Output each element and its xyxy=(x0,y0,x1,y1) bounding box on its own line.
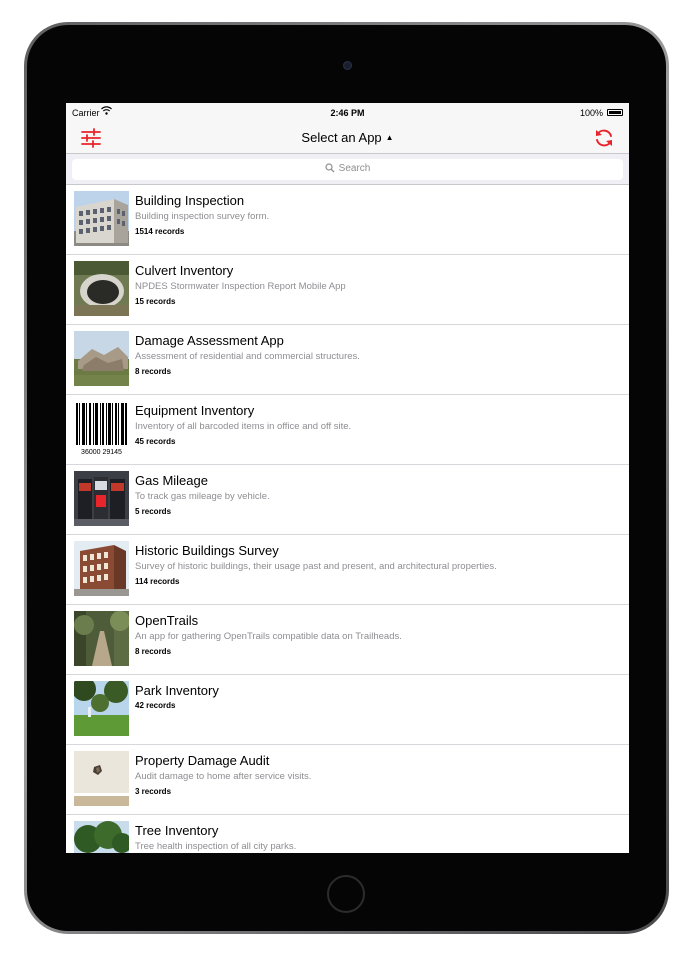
search-input[interactable]: Search xyxy=(72,159,623,180)
app-list: Building Inspection Building inspection … xyxy=(66,185,629,853)
record-count: 45 records xyxy=(135,437,176,446)
historic-building-photo xyxy=(74,541,129,596)
status-bar: Carrier 2:46 PM 100% xyxy=(66,103,629,123)
sliders-icon xyxy=(81,128,101,148)
app-name: Equipment Inventory xyxy=(135,403,255,418)
app-name: Damage Assessment App xyxy=(135,333,284,348)
app-selector-title[interactable]: Select an App ▲ xyxy=(268,130,428,145)
app-description: Assessment of residential and commercial… xyxy=(135,351,360,362)
gas-pump-photo xyxy=(74,471,129,526)
nav-title: Select an App xyxy=(301,130,382,145)
list-item[interactable]: Property Damage Audit Audit damage to ho… xyxy=(66,745,629,815)
barcode-image: 36000 29145 xyxy=(74,401,129,456)
trail-photo xyxy=(74,611,129,666)
list-item[interactable]: Culvert Inventory NPDES Stormwater Inspe… xyxy=(66,255,629,325)
list-item[interactable]: OpenTrails An app for gathering OpenTrai… xyxy=(66,605,629,675)
app-name: OpenTrails xyxy=(135,613,199,628)
list-item[interactable]: Damage Assessment App Assessment of resi… xyxy=(66,325,629,395)
app-description: Tree health inspection of all city parks… xyxy=(135,841,297,852)
culvert-photo xyxy=(74,261,129,316)
app-name: Park Inventory xyxy=(135,683,219,698)
record-count: 42 records xyxy=(135,701,176,710)
list-item[interactable]: Park Inventory 42 records xyxy=(66,675,629,745)
app-description: Inventory of all barcoded items in offic… xyxy=(135,421,352,432)
record-count: 3 records xyxy=(135,787,172,796)
app-name: Culvert Inventory xyxy=(135,263,234,278)
list-item[interactable]: Historic Buildings Survey Survey of hist… xyxy=(66,535,629,605)
front-camera xyxy=(343,61,352,70)
app-screen: Carrier 2:46 PM 100% Select an App ▲ Sea… xyxy=(66,103,629,853)
refresh-button[interactable] xyxy=(592,126,616,150)
list-item[interactable]: Building Inspection Building inspection … xyxy=(66,185,629,255)
record-count: 8 records xyxy=(135,647,172,656)
record-count: 5 records xyxy=(135,507,172,516)
caret-up-icon: ▲ xyxy=(385,133,394,142)
record-count: 15 records xyxy=(135,297,176,306)
app-description: Audit damage to home after service visit… xyxy=(135,771,312,782)
app-description: Building inspection survey form. xyxy=(135,211,270,222)
record-count: 114 records xyxy=(135,577,180,586)
list-item[interactable]: 36000 29145 Equipment Inventory Inventor… xyxy=(66,395,629,465)
battery-percentage: 100% xyxy=(579,108,603,118)
list-item[interactable]: Tree Inventory Tree health inspection of… xyxy=(66,815,629,853)
tree-photo xyxy=(74,821,129,853)
building-photo xyxy=(74,191,129,246)
app-description: Survey of historic buildings, their usag… xyxy=(135,561,497,572)
refresh-icon xyxy=(596,129,612,147)
clock-time: 2:46 PM xyxy=(330,108,365,118)
search-bar: Search xyxy=(66,154,629,184)
record-count: 1514 records xyxy=(135,227,185,236)
app-name: Tree Inventory xyxy=(135,823,219,838)
search-placeholder: Search xyxy=(338,163,371,174)
app-name: Historic Buildings Survey xyxy=(135,543,279,558)
home-button[interactable] xyxy=(327,875,365,913)
search-icon xyxy=(325,163,335,173)
app-name: Gas Mileage xyxy=(135,473,208,488)
battery-icon xyxy=(607,109,623,116)
navigation-bar: Select an App ▲ xyxy=(66,123,629,153)
app-description: To track gas mileage by vehicle. xyxy=(135,491,270,502)
record-count: 8 records xyxy=(135,367,172,376)
park-photo xyxy=(74,681,129,736)
app-name: Building Inspection xyxy=(135,193,245,208)
wall-damage-photo xyxy=(74,751,129,806)
filter-settings-button[interactable] xyxy=(79,126,103,150)
app-description: An app for gathering OpenTrails compatib… xyxy=(135,631,402,642)
app-name: Property Damage Audit xyxy=(135,753,270,768)
damage-photo xyxy=(74,331,129,386)
app-description: NPDES Stormwater Inspection Report Mobil… xyxy=(135,281,346,292)
barcode-digits: 36000 29145 xyxy=(81,449,122,456)
list-item[interactable]: Gas Mileage To track gas mileage by vehi… xyxy=(66,465,629,535)
